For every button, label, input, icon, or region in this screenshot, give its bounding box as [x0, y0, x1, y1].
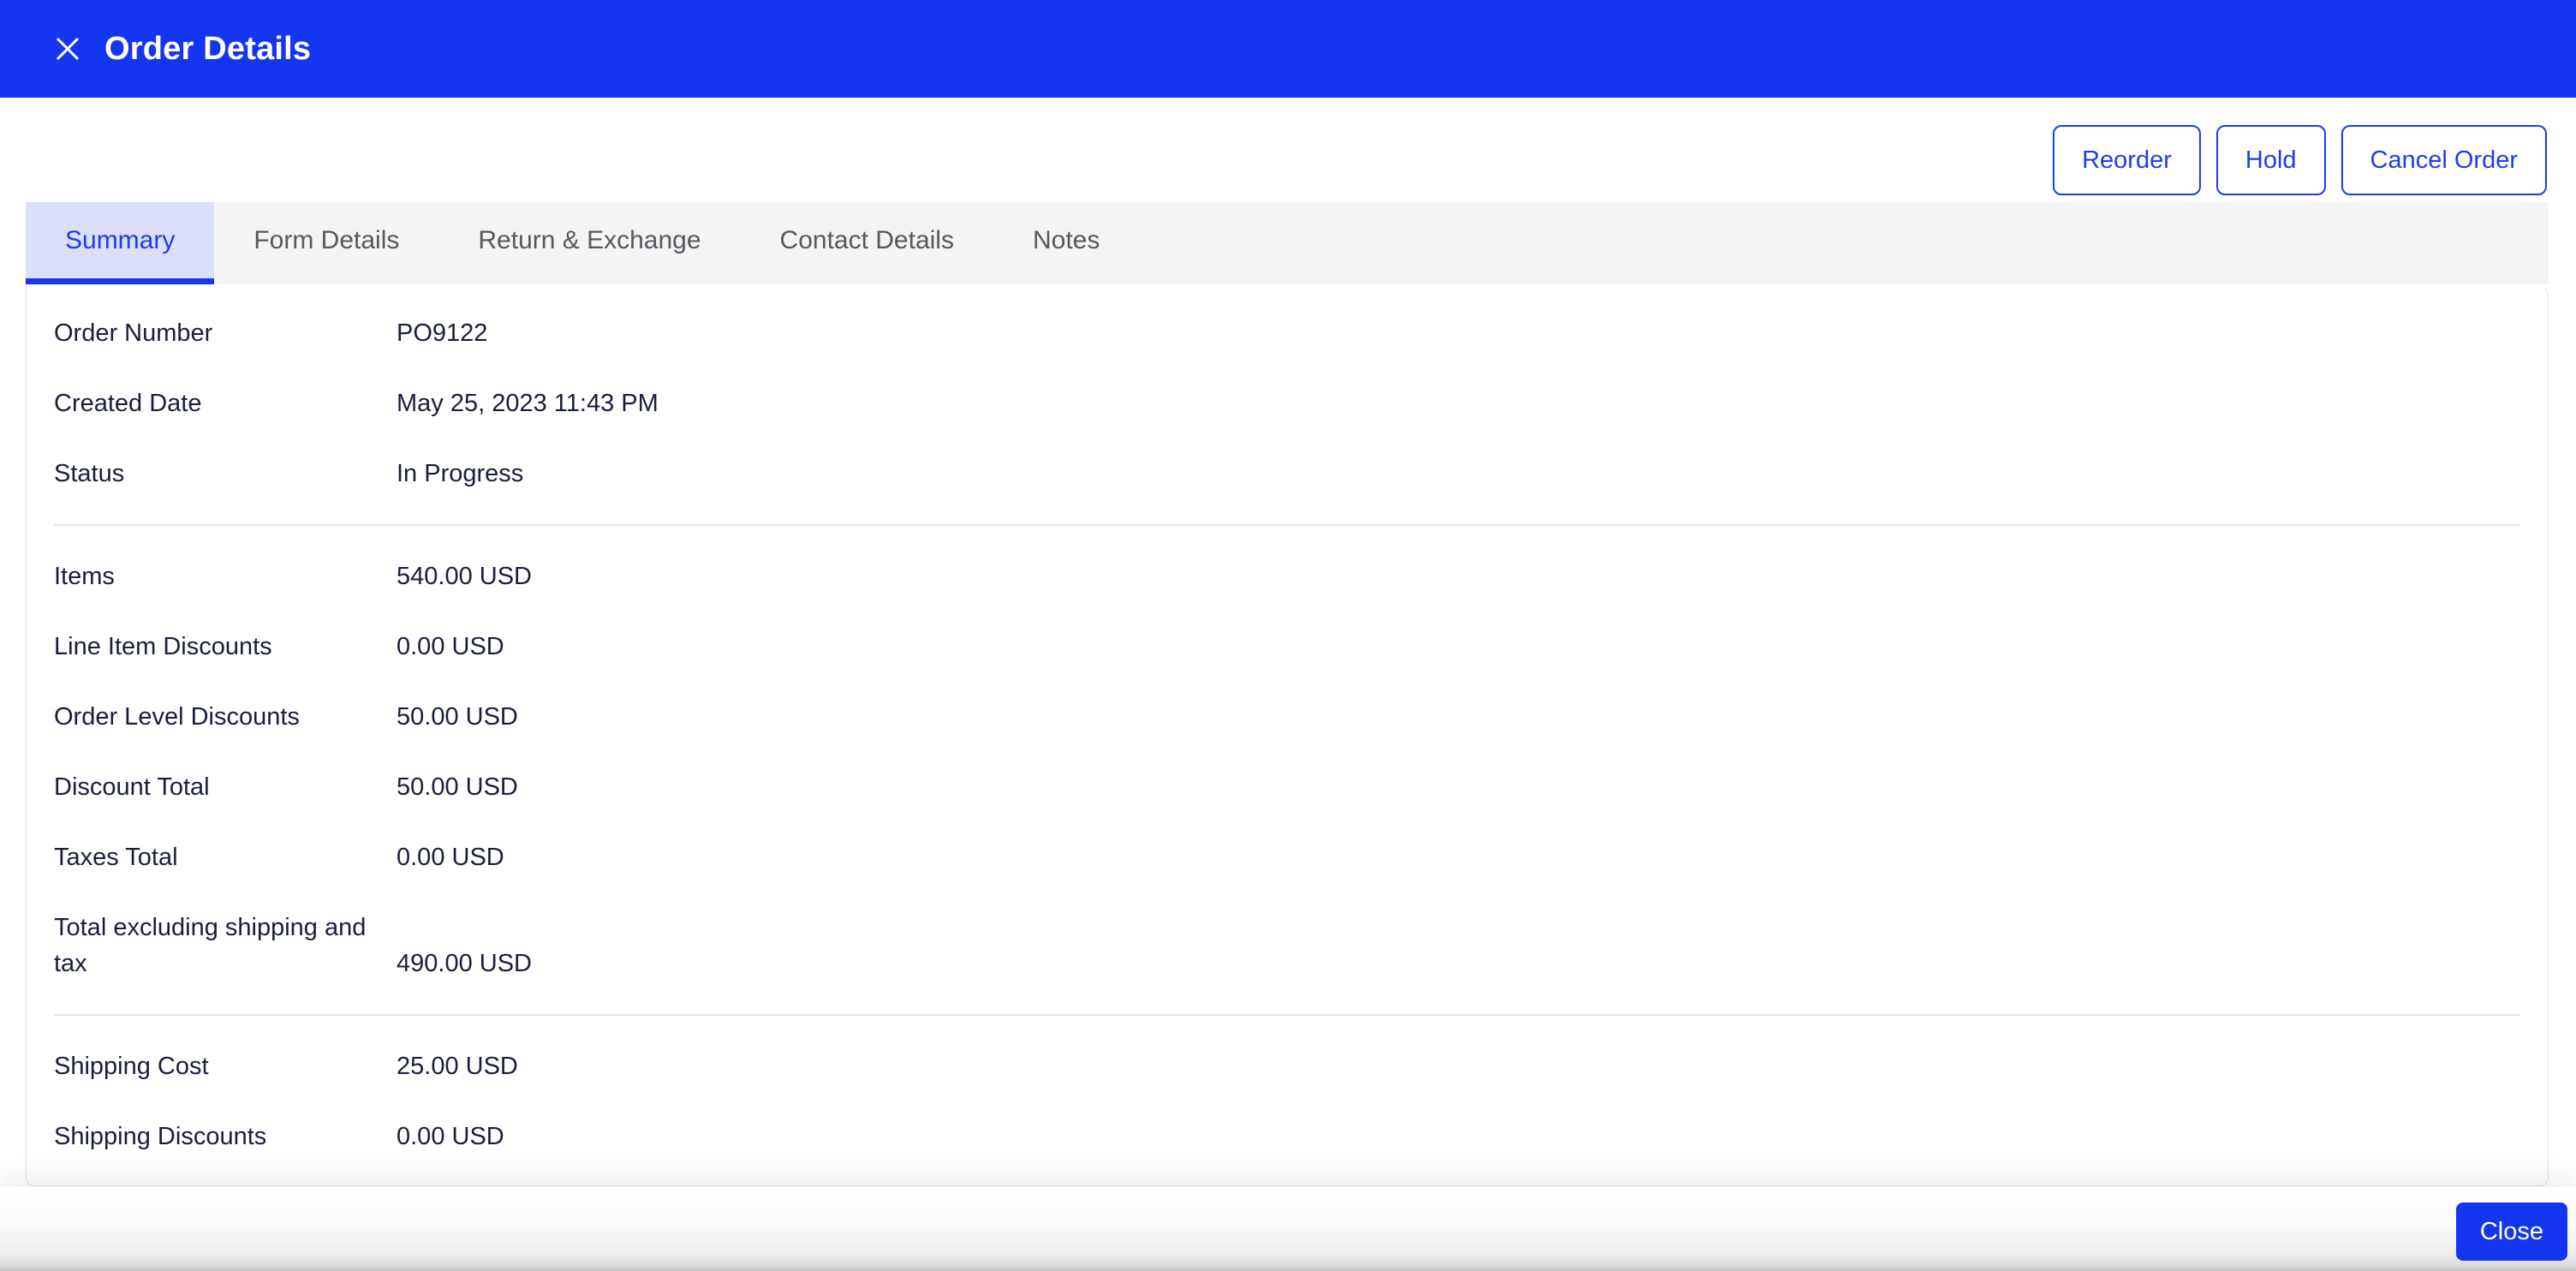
row-label: Created Date [54, 390, 202, 417]
detail-row: Created Date May 25, 2023 11:43 PM [54, 368, 2520, 439]
detail-row: Order Number PO9122 [54, 298, 2520, 368]
row-value: PO9122 [397, 319, 488, 347]
tab-return-exchange[interactable]: Return & Exchange [438, 202, 740, 284]
detail-row: Shipping Discounts 0.00 USD [54, 1101, 2520, 1172]
page-title: Order Details [104, 31, 312, 67]
detail-row: Total excluding shipping and tax 490.00 … [54, 892, 2520, 999]
row-label: Discount Total [54, 773, 210, 801]
row-label: Shipping Discounts [54, 1123, 267, 1150]
detail-row: Shipping Cost 25.00 USD [54, 1031, 2520, 1101]
row-label: Taxes Total [54, 844, 178, 871]
row-value: 0.00 USD [397, 1123, 504, 1150]
close-icon[interactable] [53, 34, 82, 63]
tab-form-details[interactable]: Form Details [214, 202, 438, 284]
tab-notes[interactable]: Notes [993, 202, 1139, 284]
row-label: Order Level Discounts [54, 703, 300, 731]
cancel-order-button[interactable]: Cancel Order [2340, 125, 2547, 195]
row-label: Line Item Discounts [54, 633, 272, 660]
detail-row: Status In Progress [54, 439, 2520, 509]
row-label: Items [54, 563, 115, 590]
action-bar: Reorder Hold Cancel Order [0, 98, 2576, 202]
tab-contact-details[interactable]: Contact Details [741, 202, 993, 284]
modal-header: Order Details [0, 0, 2576, 98]
tab-summary[interactable]: Summary [26, 202, 215, 284]
row-value: 25.00 USD [397, 1053, 518, 1080]
row-label: Order Number [54, 319, 213, 347]
row-value: 50.00 USD [397, 773, 518, 801]
detail-row: Discount Total 50.00 USD [54, 752, 2520, 822]
close-icon-glyph [56, 37, 80, 61]
detail-row: Line Item Discounts 0.00 USD [54, 612, 2520, 682]
row-value: 490.00 USD [397, 950, 532, 977]
row-value: In Progress [397, 460, 524, 487]
row-value: 540.00 USD [397, 563, 532, 590]
row-value: 0.00 USD [397, 633, 504, 660]
modal-footer: Close [0, 1187, 2576, 1271]
detail-row: Items 540.00 USD [54, 541, 2520, 612]
tab-bar: Summary Form Details Return & Exchange Cont… [26, 202, 2549, 284]
section-divider [54, 524, 2520, 526]
detail-row: Taxes Total 0.00 USD [54, 822, 2520, 892]
row-label: Status [54, 460, 125, 487]
row-label: Shipping Cost [54, 1053, 209, 1080]
row-value: 50.00 USD [397, 703, 518, 731]
hold-button[interactable]: Hold [2215, 125, 2326, 195]
row-label: Total excluding shipping and tax [54, 914, 367, 977]
section-divider [54, 1014, 2520, 1016]
detail-row: Order Level Discounts 50.00 USD [54, 682, 2520, 752]
row-value: 0.00 USD [397, 844, 504, 871]
reorder-button[interactable]: Reorder [2053, 125, 2201, 195]
close-button[interactable]: Close [2455, 1202, 2567, 1261]
row-value: May 25, 2023 11:43 PM [397, 390, 659, 417]
summary-panel: Order Number PO9122 Created Date May 25,… [26, 284, 2549, 1186]
